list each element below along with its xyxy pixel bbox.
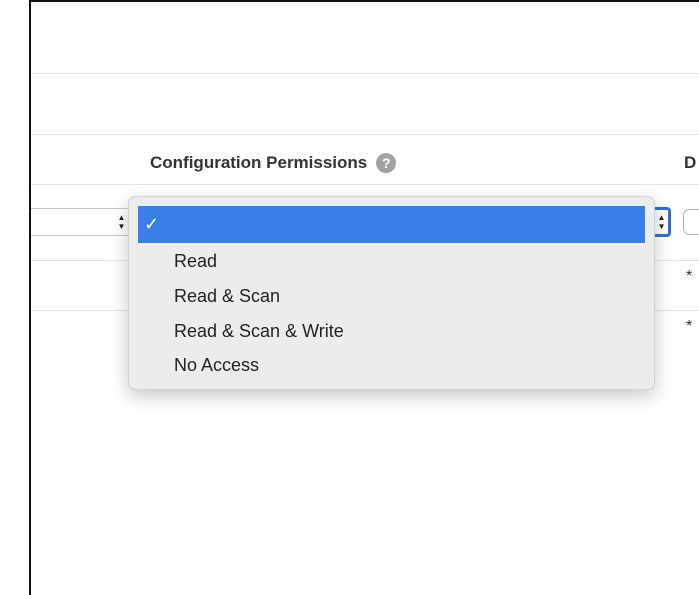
checkmark-icon: ✓ xyxy=(144,214,160,234)
column-header-next: D xyxy=(684,153,697,172)
up-down-arrows-icon: ▲ ▼ xyxy=(117,213,126,231)
dropdown-option-read[interactable]: Read xyxy=(129,248,654,275)
permissions-dropdown-menu: ✓ Read Read & Scan Read & Scan & Write N… xyxy=(128,196,655,390)
dropdown-option-label: No Access xyxy=(174,355,260,375)
row-asterisk: * xyxy=(686,268,693,285)
previous-column-select[interactable] xyxy=(31,208,129,236)
up-down-arrows-icon: ▲ ▼ xyxy=(657,213,666,231)
next-column-button[interactable] xyxy=(683,209,699,235)
divider-line xyxy=(31,184,699,185)
divider-line xyxy=(31,73,699,74)
dropdown-option-read-scan[interactable]: Read & Scan xyxy=(129,283,654,310)
window-left-border xyxy=(29,0,31,595)
dropdown-option-read-scan-write[interactable]: Read & Scan & Write xyxy=(129,318,654,345)
column-header-label: Configuration Permissions xyxy=(150,153,368,172)
question-circle-icon[interactable]: ? xyxy=(376,153,397,173)
row-asterisk: * xyxy=(686,318,693,335)
dropdown-option-no-access[interactable]: No Access xyxy=(129,352,654,379)
permissions-table-view: Configuration Permissions ? D ▲ ▼ ▲ ▼ * * … xyxy=(0,0,699,595)
dropdown-option-label: Read & Scan & Write xyxy=(174,321,344,341)
dropdown-option-label: Read xyxy=(174,251,218,271)
dropdown-option-empty-selected[interactable]: ✓ xyxy=(138,206,645,243)
column-header-configuration-permissions: Configuration Permissions ? xyxy=(150,150,397,176)
window-top-border xyxy=(29,0,699,2)
dropdown-option-label: Read & Scan xyxy=(174,286,281,306)
divider-line xyxy=(31,134,699,135)
